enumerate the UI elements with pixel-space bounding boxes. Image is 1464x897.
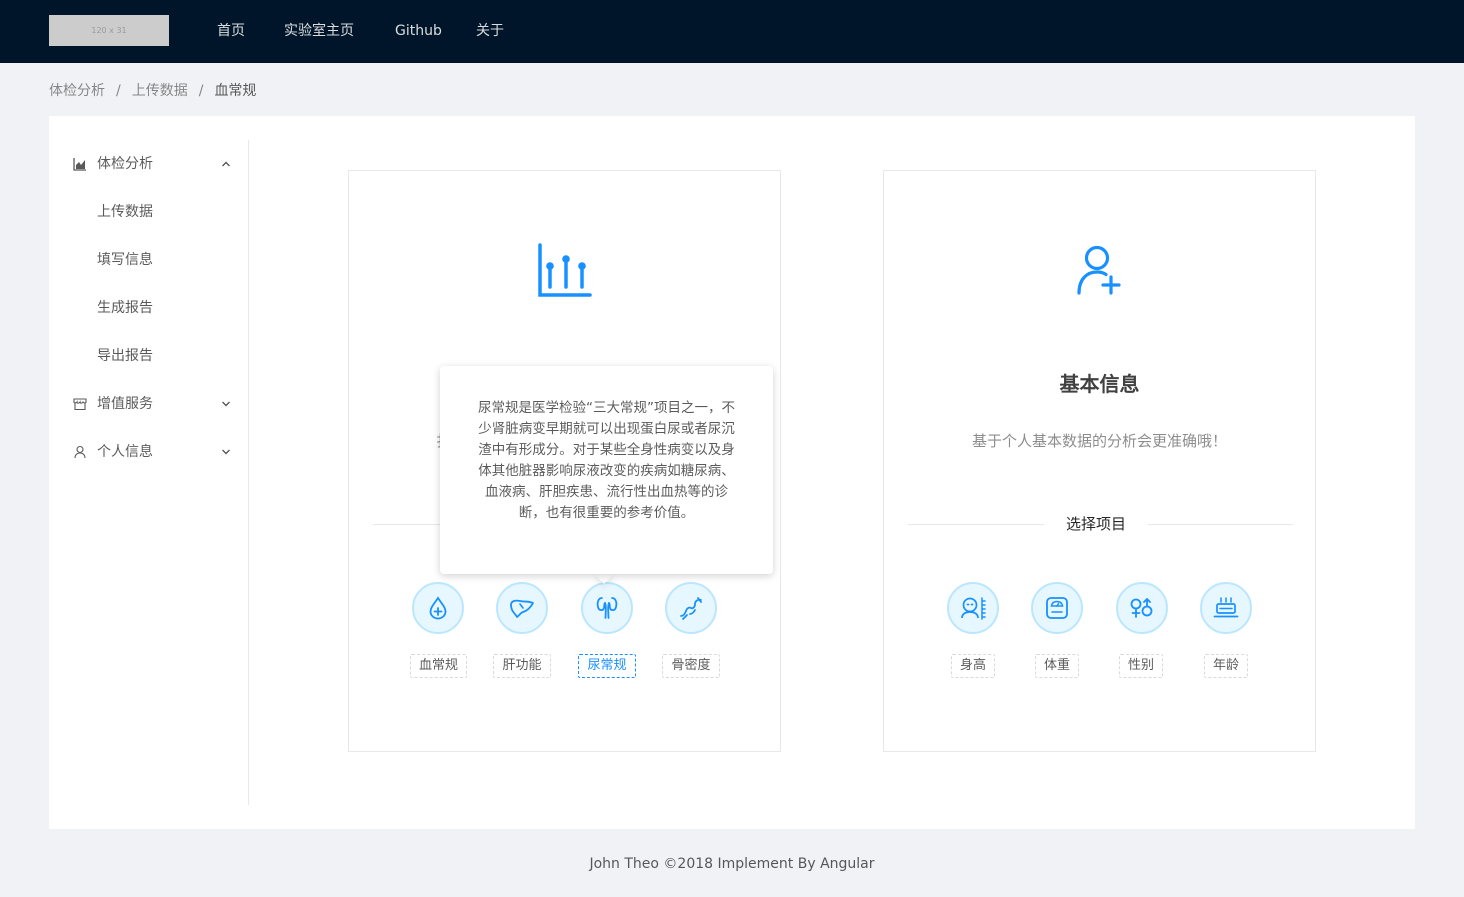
top-header: 120 x 31 首页 实验室主页 Github 关于 [0, 0, 1464, 63]
chevron-down-icon [222, 449, 230, 455]
sidebar-item-upload-data[interactable]: 上传数据 [49, 192, 248, 232]
item-tag-height[interactable]: 身高 [951, 654, 995, 678]
liver-function-button[interactable] [496, 582, 548, 634]
height-icon [961, 597, 986, 620]
item-tag-blood-routine[interactable]: 血常规 [410, 654, 467, 678]
logo-placeholder[interactable]: 120 x 31 [49, 15, 169, 46]
nav-about[interactable]: 关于 [476, 0, 504, 63]
sidebar-group-value-added[interactable]: 增值服务 [49, 384, 248, 424]
item-tag-age[interactable]: 年龄 [1204, 654, 1248, 678]
breadcrumb-item[interactable]: 上传数据 [132, 83, 188, 99]
sidebar-group-health-analysis[interactable]: 体检分析 [49, 144, 248, 184]
sidebar-item-label: 上传数据 [97, 204, 153, 220]
card-description: 基于个人基本数据的分析会更准确哦！ [971, 432, 1227, 450]
height-button[interactable] [947, 582, 999, 634]
basic-info-card: 基本信息 基于个人基本数据的分析会更准确哦！ 选择项目 身高 体重 性别 年龄 [883, 170, 1316, 752]
nav-home[interactable]: 首页 [217, 0, 245, 63]
kidney-icon [596, 597, 618, 619]
breadcrumb-separator: / [198, 83, 204, 99]
sidebar-item-export-report[interactable]: 导出报告 [49, 336, 248, 376]
blood-drop-icon [429, 596, 447, 620]
gender-button[interactable] [1116, 582, 1168, 634]
nav-github[interactable]: Github [395, 0, 442, 63]
breadcrumb-separator: / [116, 83, 121, 99]
divider-title: 选择项目 [1044, 513, 1149, 534]
birthday-cake-icon [1213, 597, 1239, 618]
item-tag-urine-routine[interactable]: 尿常规 [578, 654, 636, 678]
bone-density-button[interactable] [665, 582, 717, 634]
footer: John Theo ©2018 Implement By Angular [0, 856, 1464, 872]
sidebar: 体检分析 上传数据 填写信息 生成报告 导出报告 增值服务 个人信息 [49, 140, 249, 805]
bone-icon [680, 597, 702, 620]
sidebar-item-label: 填写信息 [97, 252, 153, 268]
area-chart-icon [73, 158, 86, 171]
sidebar-item-label: 生成报告 [97, 300, 153, 316]
weight-button[interactable] [1031, 582, 1083, 634]
breadcrumb-current: 血常规 [214, 83, 257, 99]
item-tag-liver-function[interactable]: 肝功能 [493, 654, 551, 678]
sidebar-group-label: 增值服务 [97, 396, 153, 412]
age-button[interactable] [1200, 582, 1252, 634]
shop-icon [73, 398, 87, 411]
urine-routine-button[interactable] [581, 582, 633, 634]
card-title: 基本信息 [1059, 372, 1140, 396]
scale-icon [1046, 597, 1068, 619]
item-tag-bone-density[interactable]: 骨密度 [662, 654, 720, 678]
item-tag-weight[interactable]: 体重 [1035, 654, 1079, 678]
user-add-icon [1077, 245, 1121, 295]
chevron-up-icon [222, 161, 230, 167]
breadcrumb: 体检分析 / 上传数据 / 血常规 [49, 80, 256, 102]
sidebar-group-personal-info[interactable]: 个人信息 [49, 432, 248, 472]
sidebar-item-label: 导出报告 [97, 348, 153, 364]
sidebar-item-generate-report[interactable]: 生成报告 [49, 288, 248, 328]
sidebar-group-label: 个人信息 [97, 444, 153, 460]
urine-routine-tooltip: 尿常规是医学检验“三大常规”项目之一，不少肾脏病变早期就可以出现蛋白尿或者尿沉渣… [440, 366, 773, 574]
gender-icon [1130, 598, 1153, 618]
item-tag-gender[interactable]: 性别 [1119, 654, 1163, 678]
blood-routine-button[interactable] [412, 582, 464, 634]
sidebar-item-fill-info[interactable]: 填写信息 [49, 240, 248, 280]
footer-text: John Theo ©2018 Implement By Angular [589, 856, 875, 872]
breadcrumb-item[interactable]: 体检分析 [49, 83, 105, 99]
sidebar-group-label: 体检分析 [97, 156, 153, 172]
tooltip-text: 尿常规是医学检验“三大常规”项目之一，不少肾脏病变早期就可以出现蛋白尿或者尿沉渣… [478, 400, 735, 521]
chevron-down-icon [222, 401, 230, 407]
user-icon [74, 445, 86, 459]
nav-lab-home[interactable]: 实验室主页 [284, 0, 354, 63]
bar-chart-icon [538, 243, 592, 297]
liver-icon [510, 599, 534, 618]
